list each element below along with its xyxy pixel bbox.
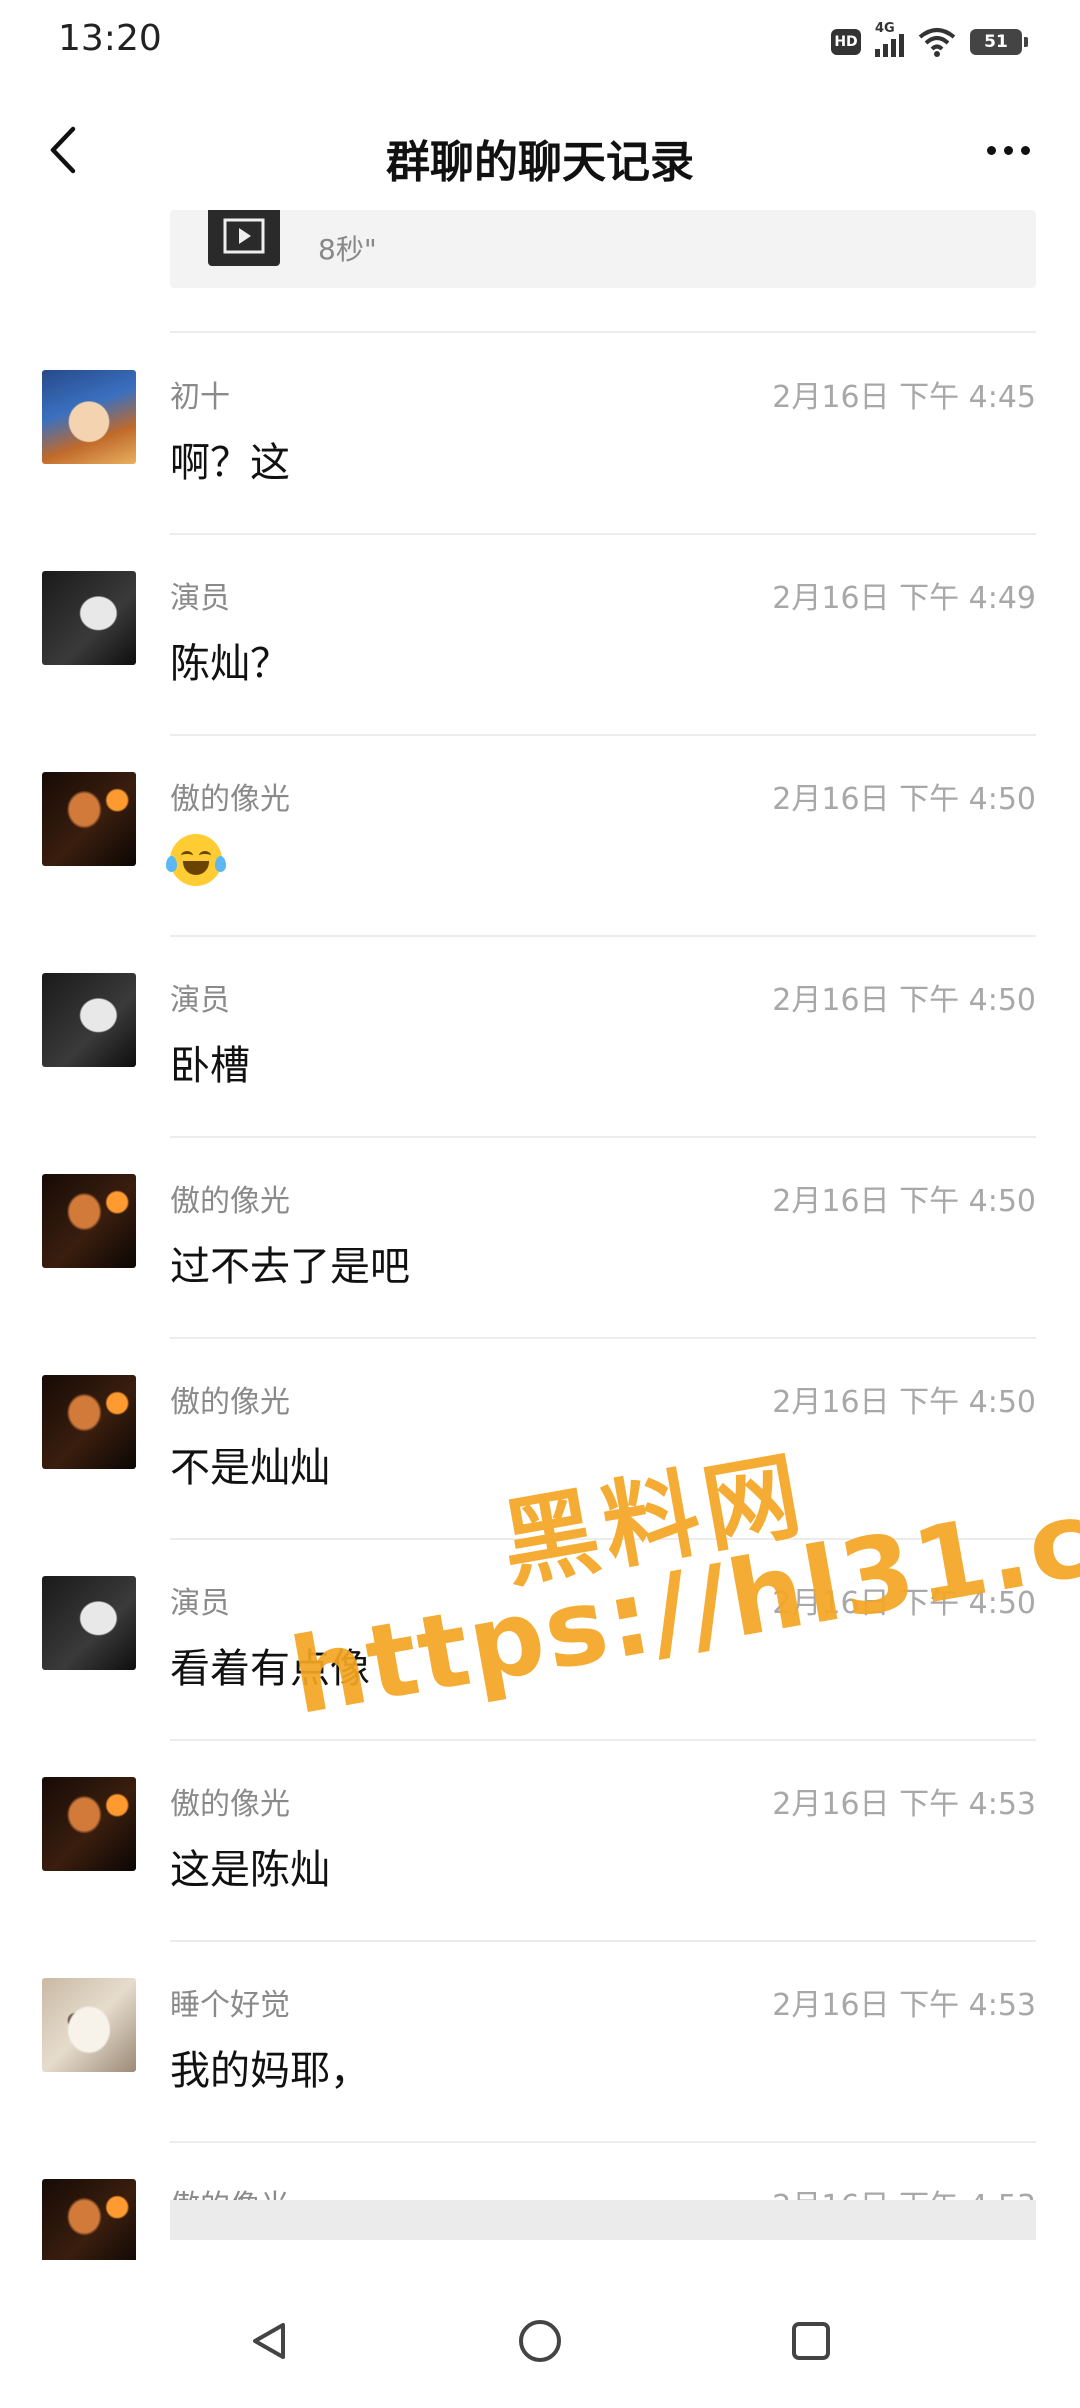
divider [170, 331, 1036, 333]
page-title: 群聊的聊天记录 [386, 137, 694, 188]
message-text: 看着有点像 [170, 1646, 370, 1692]
sender-name: 演员 [170, 1586, 230, 1621]
actor-avatar[interactable] [42, 1576, 136, 1670]
video-message-card[interactable]: 8秒" [170, 210, 1036, 288]
actor-avatar[interactable] [42, 973, 136, 1067]
message-time: 2月16日 下午 4:50 [772, 1586, 1036, 1621]
message-item[interactable]: 演员 2月16日 下午 4:50 卧槽 [0, 937, 1080, 1138]
message-item[interactable]: 睡个好觉 2月16日 下午 4:53 我的妈耶， [0, 1942, 1080, 2143]
actor-avatar[interactable] [42, 571, 136, 665]
message-text: 啊？这 [170, 440, 290, 486]
message-item[interactable]: 傲的像光 2月16日 下午 4:50 不是灿灿 [0, 1339, 1080, 1540]
proud-avatar[interactable] [42, 1174, 136, 1268]
message-text: 这是陈灿 [170, 1847, 330, 1893]
proud-avatar[interactable] [42, 772, 136, 866]
clown-avatar[interactable] [42, 370, 136, 464]
message-text: 卧槽 [170, 1043, 250, 1089]
video-file-icon [208, 210, 280, 266]
status-time: 13:20 [58, 18, 162, 59]
message-time: 2月16日 下午 4:49 [772, 581, 1036, 616]
message-item[interactable]: 初十 2月16日 下午 4:45 啊？这 [0, 334, 1080, 535]
emoji-tear [166, 856, 177, 872]
message-time: 2月16日 下午 4:50 [772, 983, 1036, 1018]
chat-history-list[interactable]: 8秒" 初十 2月16日 下午 4:45 啊？这 演员 2月16日 下午 4:4… [0, 210, 1080, 2260]
message-time: 2月16日 下午 4:50 [772, 1385, 1036, 1420]
message-item[interactable]: 傲的像光 2月16日 下午 4:53 这是陈灿 [0, 1741, 1080, 1942]
message-emoji [166, 834, 226, 896]
message-time: 2月16日 下午 4:50 [772, 782, 1036, 817]
emoji-mouth [183, 861, 209, 875]
message-item[interactable]: 演员 2月16日 下午 4:49 陈灿？ [0, 535, 1080, 736]
triangle-back-icon [253, 2323, 285, 2359]
sender-name: 傲的像光 [170, 1787, 290, 1822]
message-text: 不是灿灿 [170, 1445, 330, 1491]
system-navigation-bar [0, 2272, 1080, 2408]
sender-name: 傲的像光 [170, 782, 290, 817]
sender-name: 初十 [170, 380, 230, 415]
message-text: 陈灿？ [170, 641, 290, 687]
emoji-eye [181, 851, 193, 860]
status-bar: 13:20 HD 4G 51 [0, 0, 1080, 80]
message-time: 2月16日 下午 4:53 [772, 1787, 1036, 1822]
message-item[interactable]: 演员 2月16日 下午 4:50 看着有点像 [0, 1540, 1080, 1741]
sender-name: 演员 [170, 983, 230, 1018]
nav-back-button[interactable] [234, 2306, 304, 2376]
status-icons: HD 4G 51 [831, 21, 1028, 62]
emoji-tear [215, 856, 226, 872]
video-duration: 8秒" [318, 233, 377, 266]
sender-name: 傲的像光 [170, 1385, 290, 1420]
partial-message-bubble [170, 2200, 1036, 2240]
header-bar: 群聊的聊天记录 [0, 100, 1080, 200]
square-recents-icon [792, 2322, 830, 2360]
emoji-eye [199, 851, 211, 860]
message-time: 2月16日 下午 4:50 [772, 1184, 1036, 1219]
cellular-signal-icon: 4G [875, 21, 904, 57]
video-glyph [223, 218, 265, 254]
network-type: 4G [875, 21, 895, 36]
nav-home-button[interactable] [505, 2306, 575, 2376]
proud-avatar[interactable] [42, 1375, 136, 1469]
nav-recents-button[interactable] [776, 2306, 846, 2376]
message-item[interactable]: 傲的像光 2月16日 下午 4:50 过不去了是吧 [0, 1138, 1080, 1339]
more-dots-icon [986, 145, 996, 155]
proud-avatar[interactable] [42, 2179, 136, 2260]
message-time: 2月16日 下午 4:45 [772, 380, 1036, 415]
sender-name: 傲的像光 [170, 1184, 290, 1219]
tears-of-joy-emoji [166, 834, 226, 886]
sender-name: 睡个好觉 [170, 1988, 290, 2023]
proud-avatar[interactable] [42, 1777, 136, 1871]
more-options-button[interactable] [966, 118, 1050, 182]
message-item[interactable]: 傲的像光 2月16日 下午 4:50 [0, 736, 1080, 937]
more-dot [1003, 145, 1013, 155]
more-dot [1020, 145, 1030, 155]
wifi-icon [918, 28, 956, 57]
circle-home-icon [519, 2320, 561, 2362]
hd-icon: HD [831, 29, 861, 55]
cat-avatar[interactable] [42, 1978, 136, 2072]
battery-icon: 51 [970, 29, 1028, 55]
message-time: 2月16日 下午 4:53 [772, 1988, 1036, 2023]
message-text: 过不去了是吧 [170, 1244, 410, 1290]
message-text: 我的妈耶， [170, 2048, 370, 2094]
sender-name: 演员 [170, 581, 230, 616]
